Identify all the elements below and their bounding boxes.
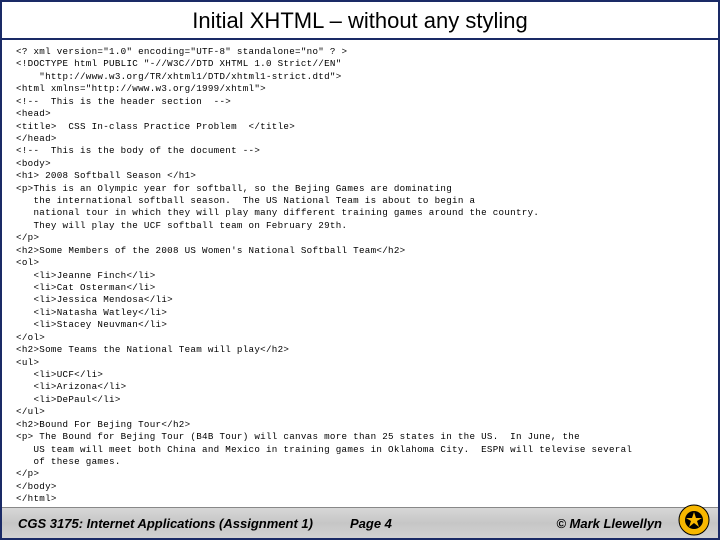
ucf-logo-icon	[678, 504, 710, 536]
footer-bar: CGS 3175: Internet Applications (Assignm…	[2, 507, 718, 538]
slide-title: Initial XHTML – without any styling	[2, 8, 718, 34]
footer-course: CGS 3175: Internet Applications (Assignm…	[2, 516, 313, 531]
slide-container: Initial XHTML – without any styling <? x…	[0, 0, 720, 540]
title-bar: Initial XHTML – without any styling	[2, 2, 718, 36]
code-block: <? xml version="1.0" encoding="UTF-8" st…	[2, 40, 718, 506]
footer-author: © Mark Llewellyn	[556, 516, 662, 531]
footer-page: Page 4	[350, 516, 392, 531]
